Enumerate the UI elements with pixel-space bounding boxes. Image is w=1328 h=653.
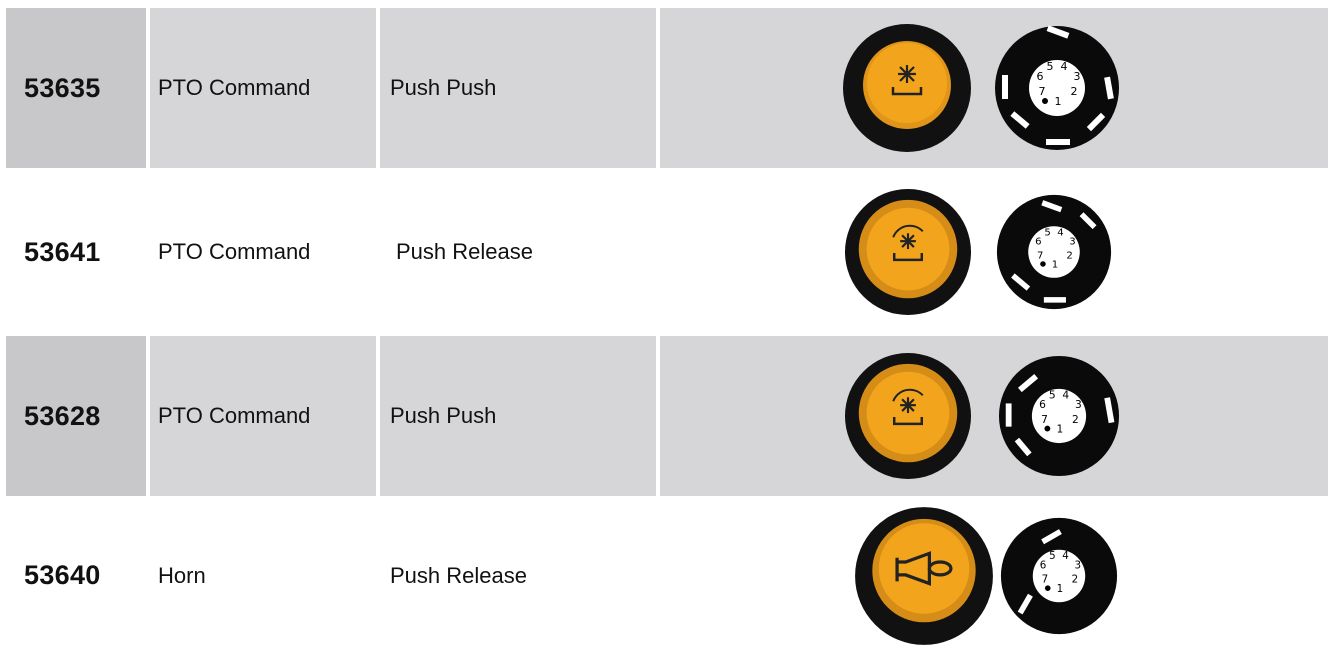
- svg-text:2: 2: [1072, 413, 1079, 426]
- svg-text:1: 1: [1052, 260, 1058, 271]
- table-row: 53640 Horn Push Release 12 3456 7: [0, 498, 1328, 653]
- part-number: 53628: [6, 336, 146, 496]
- svg-text:1: 1: [1057, 582, 1064, 594]
- function-label: PTO Command: [150, 336, 376, 496]
- pto-button-icon: [844, 188, 972, 316]
- svg-text:6: 6: [1035, 237, 1041, 248]
- svg-text:6: 6: [1037, 70, 1044, 83]
- svg-text:4: 4: [1057, 227, 1063, 238]
- svg-text:5: 5: [1049, 389, 1056, 402]
- svg-text:5: 5: [1047, 60, 1054, 73]
- svg-text:4: 4: [1061, 60, 1068, 73]
- svg-text:6: 6: [1040, 559, 1047, 571]
- product-images: 12 3456 7: [660, 8, 1328, 168]
- product-images: 12 3456 7: [660, 172, 1328, 332]
- connector-pinout-icon: 12 3456 7: [995, 25, 1119, 150]
- svg-text:4: 4: [1062, 389, 1069, 402]
- svg-text:7: 7: [1041, 413, 1048, 426]
- table-row: 53641 PTO Command Push Release 12 3456 7: [0, 172, 1328, 332]
- pto-button-icon: [843, 24, 971, 152]
- horn-button-icon: [855, 506, 993, 645]
- svg-text:1: 1: [1057, 422, 1064, 435]
- connector-pinout-icon: 12 3456 7: [1000, 517, 1118, 634]
- svg-text:4: 4: [1062, 550, 1069, 562]
- svg-text:6: 6: [1039, 398, 1046, 411]
- svg-text:2: 2: [1072, 573, 1079, 585]
- svg-text:1: 1: [1055, 95, 1062, 108]
- part-number: 53635: [6, 8, 146, 168]
- svg-text:7: 7: [1042, 573, 1049, 585]
- table-row: 53628 PTO Command Push Push 12 3456 7: [0, 336, 1328, 496]
- svg-text:2: 2: [1071, 85, 1078, 98]
- svg-text:2: 2: [1066, 250, 1072, 261]
- action-label: Push Release: [390, 562, 527, 588]
- table-row: 53635 PTO Command Push Push 12 3456 7: [0, 8, 1328, 168]
- action-label: Push Push: [380, 336, 656, 496]
- connector-pinout-icon: 12 3456 7: [998, 355, 1120, 477]
- part-number: 53641: [24, 236, 101, 267]
- action-label: Push Push: [380, 8, 656, 168]
- svg-text:3: 3: [1074, 70, 1081, 83]
- connector-pinout-icon: 12 3456 7: [996, 194, 1112, 310]
- svg-text:3: 3: [1075, 398, 1082, 411]
- svg-text:5: 5: [1044, 227, 1050, 238]
- svg-text:7: 7: [1037, 250, 1043, 261]
- function-label: PTO Command: [150, 8, 376, 168]
- pto-button-icon: [844, 352, 972, 480]
- action-label: Push Release: [396, 239, 533, 264]
- function-label: Horn: [158, 562, 206, 588]
- svg-text:3: 3: [1069, 237, 1075, 248]
- svg-text:3: 3: [1074, 559, 1081, 571]
- product-images: 12 3456 7: [660, 336, 1328, 496]
- svg-text:7: 7: [1039, 85, 1046, 98]
- part-number: 53640: [24, 560, 101, 590]
- product-images: 12 3456 7: [660, 498, 1328, 653]
- function-label: PTO Command: [158, 239, 311, 264]
- svg-text:5: 5: [1049, 550, 1056, 562]
